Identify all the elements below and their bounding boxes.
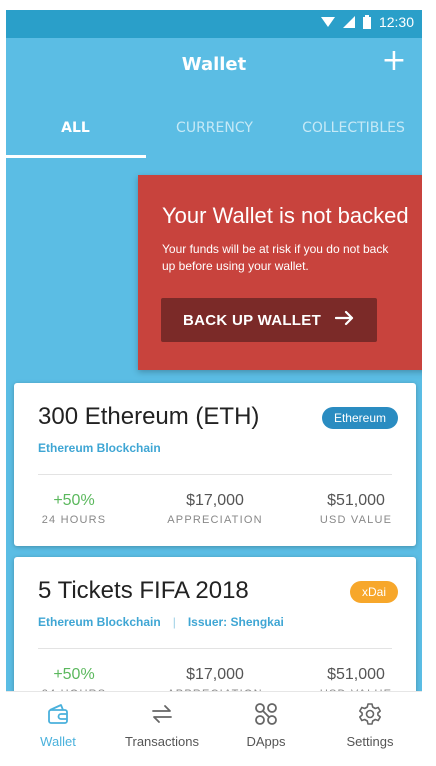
signal-icon bbox=[342, 16, 355, 28]
tab-bar: ALL CURRENCY COLLECTIBLES bbox=[6, 94, 422, 158]
backup-wallet-button[interactable]: BACK UP WALLET bbox=[161, 298, 377, 342]
asset-title: 5 Tickets FIFA 2018 bbox=[38, 577, 249, 604]
gear-icon bbox=[358, 702, 382, 726]
banner-title: Your Wallet is not backed bbox=[162, 203, 409, 228]
stat-24-hours: +50% 24 HOURS bbox=[14, 492, 134, 526]
stat-usd-value: $51,000 USD VALUE bbox=[296, 492, 416, 526]
backup-button-label: BACK UP WALLET bbox=[182, 311, 322, 329]
asset-title: 300 Ethereum (ETH) bbox=[38, 403, 260, 430]
nav-dapps[interactable]: DApps bbox=[214, 692, 318, 757]
nav-label: Transactions bbox=[125, 734, 199, 749]
blockchain-label[interactable]: Ethereum Blockchain bbox=[38, 441, 161, 455]
app-screen: 12:30 Wallet + ALL CURRENCY COLLECTIBLES… bbox=[6, 10, 422, 757]
arrow-right-icon bbox=[334, 310, 355, 330]
status-bar: 12:30 bbox=[6, 10, 422, 38]
backup-warning-banner: Your Wallet is not backed Your funds wil… bbox=[138, 175, 422, 370]
stat-value: $17,000 bbox=[186, 666, 244, 683]
blockchain-label[interactable]: Ethereum Blockchain bbox=[38, 615, 161, 629]
transfer-icon bbox=[150, 702, 174, 726]
banner-text: Your funds will be at risk if you do not… bbox=[162, 242, 389, 273]
wallet-icon bbox=[46, 702, 70, 726]
nav-label: DApps bbox=[246, 734, 286, 749]
stat-label: APPRECIATION bbox=[167, 514, 263, 526]
nav-settings[interactable]: Settings bbox=[318, 692, 422, 757]
tab-currency[interactable]: CURRENCY bbox=[145, 94, 284, 158]
network-chip: xDai bbox=[349, 581, 398, 603]
nav-label: Settings bbox=[346, 734, 394, 749]
nav-label: Wallet bbox=[40, 734, 76, 749]
asset-blockchain: Ethereum Blockchain | Issuer: Shengkai bbox=[38, 615, 284, 629]
stat-value: +50% bbox=[53, 492, 95, 509]
stat-value: $51,000 bbox=[327, 492, 385, 509]
card-divider bbox=[38, 648, 392, 649]
asset-card[interactable]: 300 Ethereum (ETH) Ethereum Ethereum Blo… bbox=[14, 383, 416, 546]
nav-transactions[interactable]: Transactions bbox=[110, 692, 214, 757]
stat-label: 24 HOURS bbox=[41, 514, 107, 526]
status-time: 12:30 bbox=[378, 14, 414, 30]
issuer-label[interactable]: Issuer: Shengkai bbox=[188, 615, 284, 629]
tab-indicator bbox=[6, 155, 146, 158]
card-divider bbox=[38, 474, 392, 475]
network-chip: Ethereum bbox=[321, 407, 398, 429]
bottom-navigation: Wallet Transactions DApps Settings bbox=[6, 691, 422, 757]
nav-wallet[interactable]: Wallet bbox=[6, 692, 110, 757]
tab-all[interactable]: ALL bbox=[6, 94, 145, 158]
page-title: Wallet bbox=[181, 54, 247, 75]
wifi-icon bbox=[320, 16, 335, 28]
add-button[interactable]: + bbox=[378, 46, 410, 78]
stat-value: $51,000 bbox=[327, 666, 385, 683]
separator: | bbox=[172, 615, 176, 629]
stat-value: $17,000 bbox=[186, 492, 244, 509]
stat-appreciation: $17,000 APPRECIATION bbox=[155, 492, 275, 526]
battery-icon bbox=[362, 15, 371, 29]
stat-label: USD VALUE bbox=[319, 514, 393, 526]
dapps-icon bbox=[254, 702, 278, 726]
tab-collectibles[interactable]: COLLECTIBLES bbox=[284, 94, 422, 158]
asset-blockchain: Ethereum Blockchain bbox=[38, 441, 161, 455]
stat-value: +50% bbox=[53, 666, 95, 683]
app-bar: Wallet + bbox=[6, 38, 422, 94]
